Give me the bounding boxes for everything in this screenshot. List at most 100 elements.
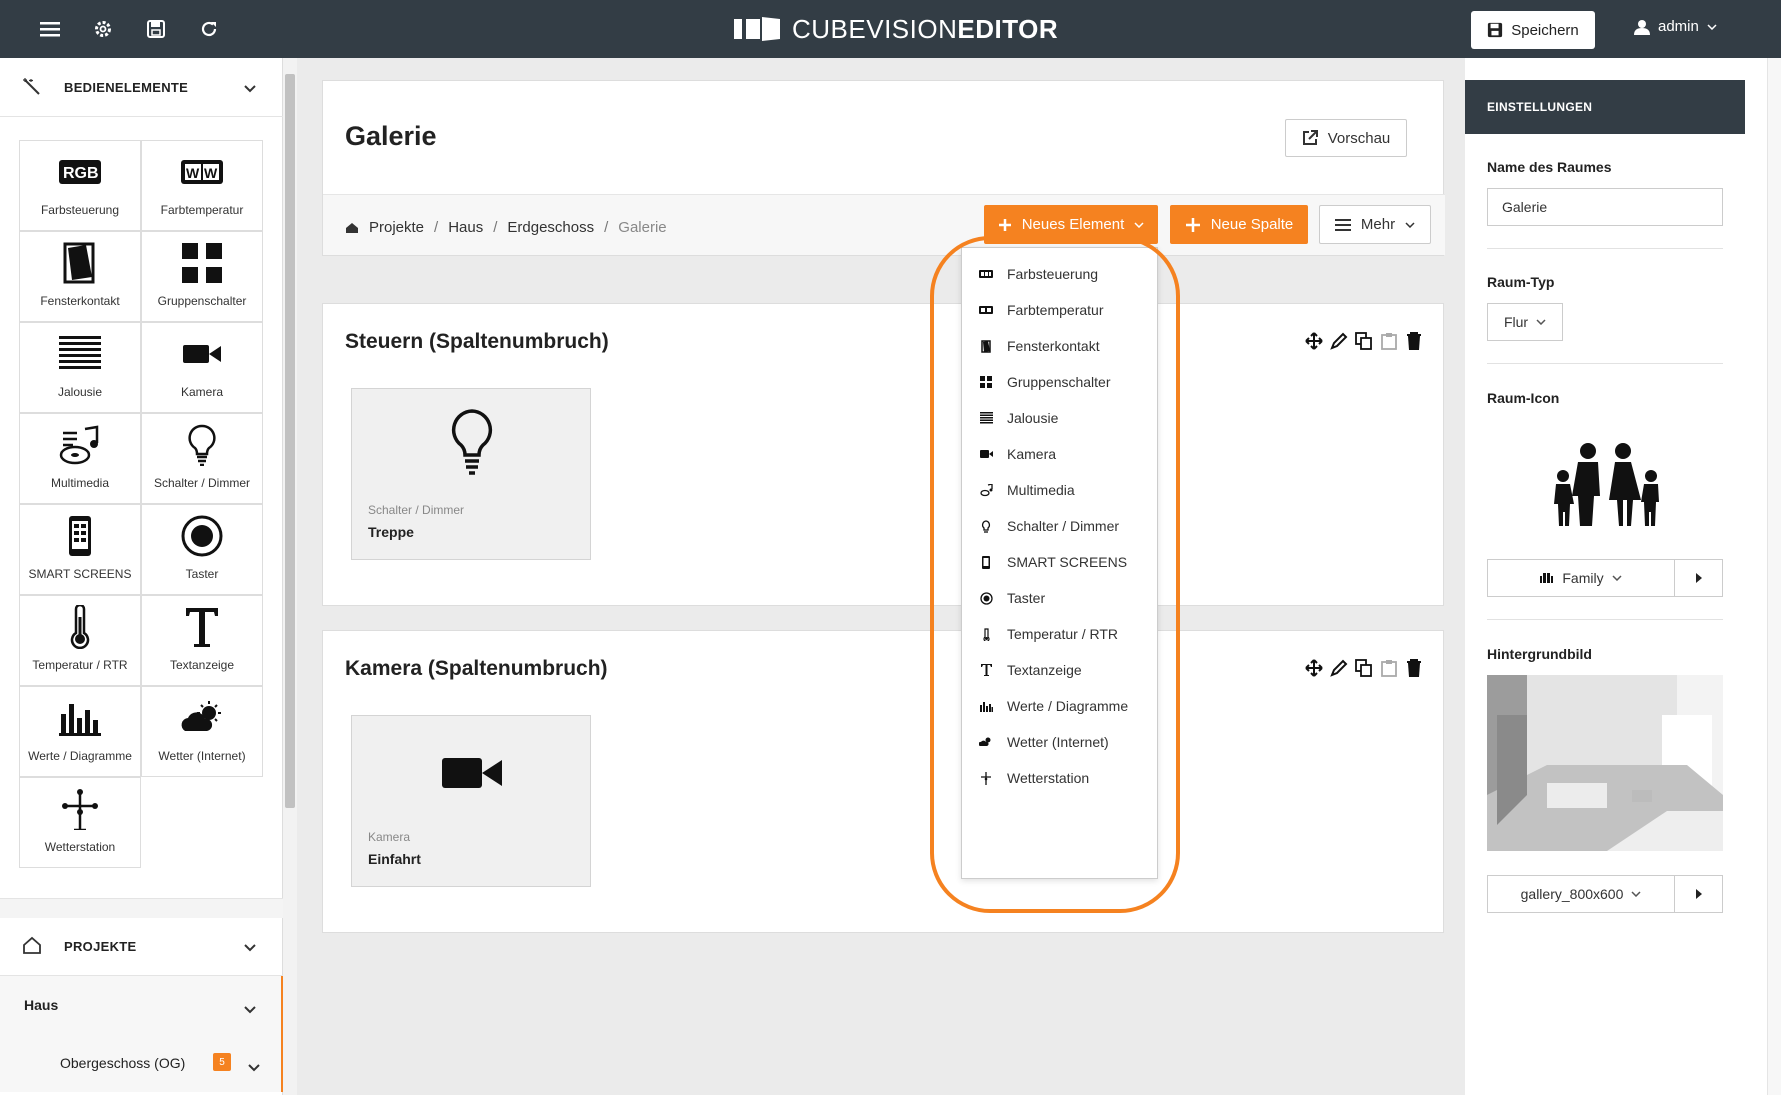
dropdown-item-kamera[interactable]: Kamera: [962, 436, 1157, 472]
logo-text-bold: EDITOR: [957, 13, 1059, 44]
new-column-button[interactable]: Neue Spalte: [1170, 205, 1308, 244]
copy-icon[interactable]: [1355, 332, 1373, 350]
tile-temperatur-rtr[interactable]: Temperatur / RTR: [19, 595, 141, 686]
breadcrumb-item[interactable]: Projekte: [369, 219, 424, 236]
element-card[interactable]: Schalter / Dimmer Treppe: [351, 388, 591, 560]
chevron-down-icon: [244, 81, 256, 96]
projects-section-header[interactable]: PROJEKTE: [0, 918, 283, 976]
tile-label: Textanzeige: [169, 658, 235, 672]
tile-schalter-dimmer[interactable]: Schalter / Dimmer: [141, 413, 263, 504]
gear-icon[interactable]: [88, 14, 118, 44]
chevron-down-icon: [1631, 891, 1641, 897]
breadcrumb: Projekte / Haus / Erdgeschoss / Galerie: [345, 219, 667, 236]
dropdown-item-label: Taster: [1007, 590, 1046, 606]
element-name: Treppe: [368, 524, 414, 540]
sidebar-scrollbar[interactable]: [283, 58, 297, 1095]
settings-header: EINSTELLUNGEN: [1465, 80, 1745, 134]
dropdown-item-wetterstation[interactable]: Wetterstation: [962, 760, 1157, 796]
tile-label: Fensterkontakt: [40, 294, 120, 308]
user-icon: [1634, 19, 1650, 35]
dropdown-item-taster[interactable]: Taster: [962, 580, 1157, 616]
user-menu[interactable]: admin: [1634, 18, 1717, 35]
dropdown-item-textanzeige[interactable]: Textanzeige: [962, 652, 1157, 688]
tile-kamera[interactable]: Kamera: [141, 322, 263, 413]
menu-icon[interactable]: [35, 14, 65, 44]
music-icon: [978, 483, 994, 497]
move-icon[interactable]: [1305, 659, 1323, 677]
dropdown-item-gruppenschalter[interactable]: Gruppenschalter: [962, 364, 1157, 400]
dropdown-item-label: Wetterstation: [1007, 770, 1090, 786]
tree-item-house[interactable]: Haus: [0, 976, 283, 1034]
tile-taster[interactable]: Taster: [141, 504, 263, 595]
ww-icon: WW: [181, 160, 223, 184]
page-title: Galerie: [345, 121, 437, 151]
paste-icon[interactable]: [1380, 659, 1398, 677]
copy-icon[interactable]: [1355, 659, 1373, 677]
breadcrumb-item[interactable]: Erdgeschoss: [507, 219, 594, 236]
room-icon-next-button[interactable]: [1674, 559, 1723, 597]
room-icon-select[interactable]: Family: [1487, 559, 1675, 597]
dropdown-item-temperatur-rtr[interactable]: Temperatur / RTR: [962, 616, 1157, 652]
preview-button[interactable]: Vorschau: [1285, 119, 1407, 157]
music-icon: [59, 425, 99, 465]
bulb-icon: [978, 519, 994, 533]
room-type-select[interactable]: Flur: [1487, 303, 1563, 341]
breadcrumb-item[interactable]: Haus: [448, 219, 483, 236]
dropdown-item-label: Farbsteuerung: [1007, 266, 1099, 282]
tree-item-label: Obergeschoss (OG): [60, 1055, 186, 1071]
controls-section-header[interactable]: BEDIENELEMENTE: [0, 59, 283, 117]
dropdown-item-label: Temperatur / RTR: [1007, 626, 1118, 642]
weather-icon: [978, 737, 994, 747]
tile-gruppenschalter[interactable]: Gruppenschalter: [141, 231, 263, 322]
breadcrumb-separator: /: [604, 219, 609, 236]
rgb-icon: RGB: [59, 160, 101, 184]
phone-icon: [69, 516, 91, 556]
count-badge: 5: [213, 1053, 231, 1071]
tile-werte-diagramme[interactable]: Werte / Diagramme: [19, 686, 141, 777]
room-type-label: Raum-Typ: [1487, 274, 1555, 290]
svg-text:W: W: [204, 165, 218, 181]
save-button[interactable]: Speichern: [1471, 11, 1595, 49]
tile-fensterkontakt[interactable]: Fensterkontakt: [19, 231, 141, 322]
scrollbar-thumb[interactable]: [285, 74, 295, 808]
element-card[interactable]: Kamera Einfahrt: [351, 715, 591, 887]
dropdown-item-farbtemperatur[interactable]: Farbtemperatur: [962, 292, 1157, 328]
app-root: CUBEVISIONEDITOR Speichern admin BEDIENE…: [0, 0, 1781, 1095]
tile-wetter-internet[interactable]: Wetter (Internet): [141, 686, 263, 777]
new-element-button[interactable]: Neues Element: [984, 205, 1158, 244]
more-button[interactable]: Mehr: [1319, 205, 1431, 244]
move-icon[interactable]: [1305, 332, 1323, 350]
dropdown-item-schalter-dimmer[interactable]: Schalter / Dimmer: [962, 508, 1157, 544]
tile-textanzeige[interactable]: Textanzeige: [141, 595, 263, 686]
refresh-icon[interactable]: [194, 14, 224, 44]
tile-farbtemperatur[interactable]: WW Farbtemperatur: [141, 140, 263, 231]
paste-icon[interactable]: [1380, 332, 1398, 350]
trash-icon[interactable]: [1405, 659, 1423, 677]
dropdown-item-smart-screens[interactable]: SMART SCREENS: [962, 544, 1157, 580]
section-card: Steuern (Spaltenumbruch) Schalter / Dimm…: [322, 303, 1444, 606]
window-icon: [63, 242, 95, 284]
tile-smart-screens[interactable]: SMART SCREENS: [19, 504, 141, 595]
edit-icon[interactable]: [1330, 332, 1348, 350]
room-name-input[interactable]: Galerie: [1487, 188, 1723, 226]
dropdown-item-multimedia[interactable]: Multimedia: [962, 472, 1157, 508]
background-select[interactable]: gallery_800x600: [1487, 875, 1675, 913]
dropdown-item-fensterkontakt[interactable]: Fensterkontakt: [962, 328, 1157, 364]
dropdown-item-werte-diagramme[interactable]: Werte / Diagramme: [962, 688, 1157, 724]
background-preview-image[interactable]: [1487, 675, 1723, 851]
background-next-button[interactable]: [1674, 875, 1723, 913]
tile-multimedia[interactable]: Multimedia: [19, 413, 141, 504]
edit-icon[interactable]: [1330, 659, 1348, 677]
tile-jalousie[interactable]: Jalousie: [19, 322, 141, 413]
tile-farbsteuerung[interactable]: RGB Farbsteuerung: [19, 140, 141, 231]
trash-icon[interactable]: [1405, 332, 1423, 350]
tree-item-obergeschoss[interactable]: Obergeschoss (OG) 5: [0, 1034, 283, 1092]
new-column-label: Neue Spalte: [1210, 216, 1294, 233]
tile-wetterstation[interactable]: Wetterstation: [19, 777, 141, 868]
dropdown-item-farbsteuerung[interactable]: Farbsteuerung: [962, 256, 1157, 292]
dropdown-item-jalousie[interactable]: Jalousie: [962, 400, 1157, 436]
save-icon[interactable]: [141, 14, 171, 44]
blind-icon: [978, 412, 994, 424]
window-scrollbar[interactable]: [1767, 58, 1781, 1095]
dropdown-item-wetter-internet[interactable]: Wetter (Internet): [962, 724, 1157, 760]
